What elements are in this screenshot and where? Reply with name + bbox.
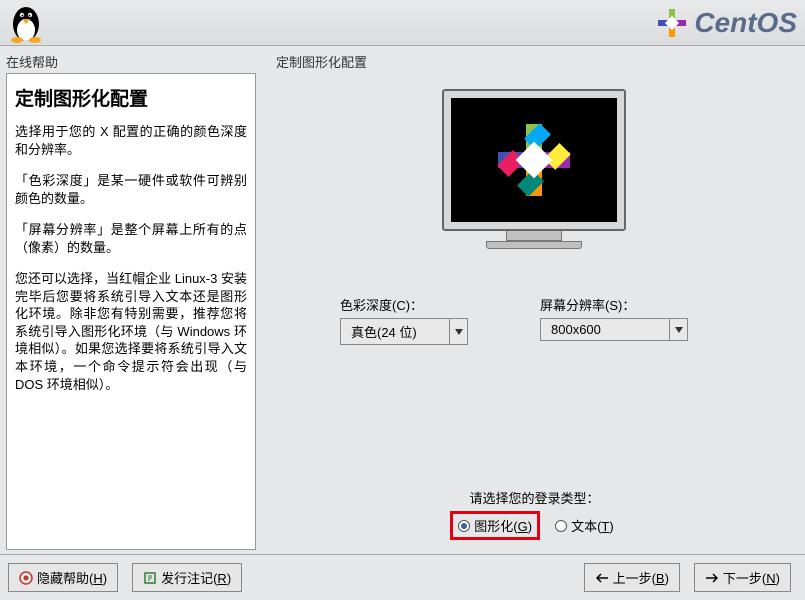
back-label: 上一步(B) xyxy=(613,568,669,587)
tux-logo xyxy=(2,1,50,45)
centos-pinwheel-icon xyxy=(491,117,577,203)
help-panel-label: 在线帮助 xyxy=(6,52,256,71)
resolution-label: 屏幕分辨率(S)： xyxy=(540,295,688,314)
radio-graphical-label: 图形化(G) xyxy=(474,516,532,535)
help-box: 定制图形化配置 选择用于您的 X 配置的正确的颜色深度和分辨率。 「色彩深度」是… xyxy=(6,73,256,550)
login-type-group: 请选择您的登录类型： 图形化(G) 文本(T) xyxy=(264,488,805,540)
resolution-dropdown[interactable]: 800x600 xyxy=(540,318,688,341)
header: CentOS xyxy=(0,0,805,46)
help-heading: 定制图形化配置 xyxy=(15,84,247,111)
next-label: 下一步(N) xyxy=(723,568,780,587)
radio-text[interactable]: 文本(T) xyxy=(550,514,619,537)
release-notes-label: 发行注记(R) xyxy=(161,568,231,587)
main-panel: 定制图形化配置 xyxy=(264,46,805,554)
resolution-value: 800x600 xyxy=(540,318,670,341)
arrow-left-icon xyxy=(595,571,609,585)
next-button[interactable]: 下一步(N) xyxy=(694,563,791,592)
chevron-down-icon[interactable] xyxy=(670,318,688,341)
arrow-right-icon xyxy=(705,571,719,585)
radio-icon xyxy=(555,520,567,532)
monitor-preview xyxy=(442,89,626,249)
login-type-label: 请选择您的登录类型： xyxy=(264,488,805,507)
hide-help-label: 隐藏帮助(H) xyxy=(37,568,107,587)
color-depth-value: 真色(24 位) xyxy=(340,318,450,345)
help-p2: 「色彩深度」是某一硬件或软件可辨别颜色的数量。 xyxy=(15,172,247,207)
back-button[interactable]: 上一步(B) xyxy=(584,563,680,592)
hide-help-icon xyxy=(19,571,33,585)
radio-graphical[interactable]: 图形化(G) xyxy=(450,511,540,540)
help-panel: 在线帮助 定制图形化配置 选择用于您的 X 配置的正确的颜色深度和分辨率。 「色… xyxy=(0,46,264,554)
release-notes-icon xyxy=(143,571,157,585)
radio-icon xyxy=(458,520,470,532)
help-p3: 「屏幕分辨率」是整个屏幕上所有的点（像素）的数量。 xyxy=(15,221,247,256)
footer: 隐藏帮助(H) 发行注记(R) 上一步(B) 下一步(N) xyxy=(0,554,805,600)
radio-text-label: 文本(T) xyxy=(571,516,614,535)
brand-text: CentOS xyxy=(694,7,797,39)
resolution-group: 屏幕分辨率(S)： 800x600 xyxy=(540,295,688,345)
brand: CentOS xyxy=(656,7,797,39)
color-depth-group: 色彩深度(C)： 真色(24 位) xyxy=(340,295,468,345)
help-p4: 您还可以选择，当红帽企业 Linux-3 安装完毕后您要将系统引导入文本还是图形… xyxy=(15,270,247,393)
help-p1: 选择用于您的 X 配置的正确的颜色深度和分辨率。 xyxy=(15,123,247,158)
centos-logo-icon xyxy=(656,7,688,39)
hide-help-button[interactable]: 隐藏帮助(H) xyxy=(8,563,118,592)
main-panel-label: 定制图形化配置 xyxy=(276,52,791,71)
release-notes-button[interactable]: 发行注记(R) xyxy=(132,563,242,592)
color-depth-dropdown[interactable]: 真色(24 位) xyxy=(340,318,468,345)
chevron-down-icon[interactable] xyxy=(450,318,468,345)
color-depth-label: 色彩深度(C)： xyxy=(340,295,468,314)
